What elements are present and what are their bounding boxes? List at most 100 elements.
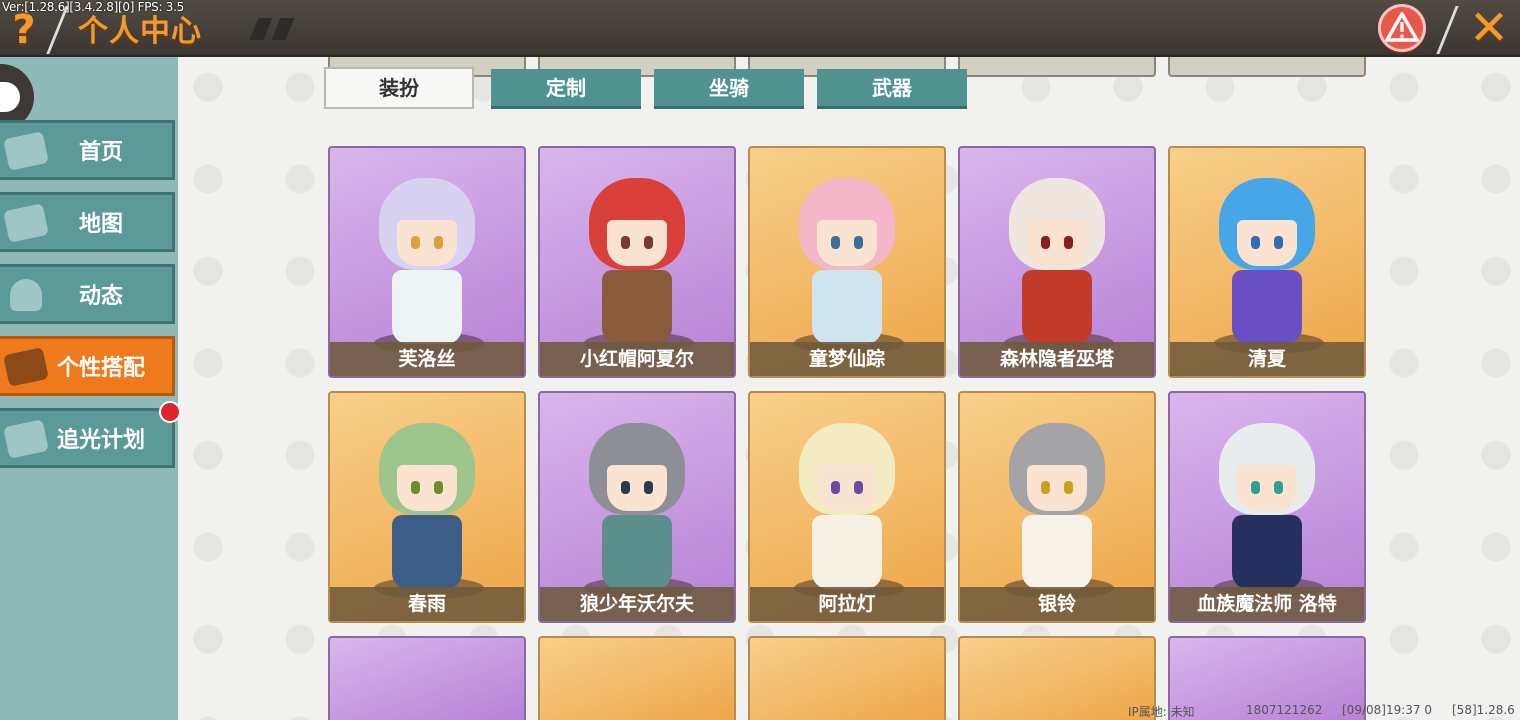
character-eye (411, 481, 420, 494)
outfit-card[interactable]: 阿拉灯 (748, 391, 946, 623)
decor-stripe (271, 18, 295, 40)
outfit-name: 血族魔法师 洛特 (1170, 587, 1364, 621)
character-outfit (812, 270, 882, 344)
sidebar-item-outfit[interactable]: 个性搭配 (0, 336, 175, 396)
outfit-card[interactable]: 森林隐者巫塔 (958, 146, 1156, 378)
tab-custom[interactable]: 定制 (491, 69, 641, 109)
character-outfit (602, 270, 672, 344)
character-face (1237, 465, 1297, 511)
outfit-name: 春雨 (330, 587, 524, 621)
sidebar-item-map[interactable]: 地图 (0, 192, 175, 252)
outfit-card-partial[interactable] (1168, 57, 1366, 77)
character-eye (434, 481, 443, 494)
main-panel: 芙洛丝 小红帽阿夏尔 童梦仙踪 森林隐者巫塔 清夏春雨 狼少年沃尔夫 阿拉灯 银铃 血族魔法师 … (178, 57, 1520, 720)
sidebar-item-label: 动态 (78, 284, 123, 309)
close-divider (1436, 6, 1459, 54)
question-mark-icon[interactable]: ? (6, 8, 42, 52)
ip-location: IP属地: 未知 (1128, 705, 1195, 719)
outfit-name: 小红帽阿夏尔 (540, 342, 734, 376)
warning-icon (1385, 12, 1419, 42)
character-figure (582, 178, 692, 348)
outfit-name: 银铃 (960, 587, 1154, 621)
character-eye (621, 236, 630, 249)
character-eye (644, 236, 653, 249)
character-outfit (1232, 515, 1302, 589)
character-figure (1212, 423, 1322, 593)
sidebar-item-label: 地图 (78, 212, 123, 237)
character-eye (1041, 481, 1050, 494)
build-version: [58]1.28.6 (1452, 703, 1515, 717)
character-outfit (392, 270, 462, 344)
sidebar-item-label: 追光计划 (56, 428, 145, 453)
character-eye (1274, 481, 1283, 494)
decor-stripe (249, 18, 273, 40)
character-eye (854, 481, 863, 494)
outfit-card-partial[interactable] (538, 636, 736, 720)
tab-mount[interactable]: 坐骑 (654, 69, 804, 109)
character-eye (644, 481, 653, 494)
character-figure (372, 423, 482, 593)
character-outfit (602, 515, 672, 589)
warning-button[interactable] (1378, 4, 1426, 52)
sidebar-item-feed[interactable]: 动态 (0, 264, 175, 324)
sidebar-item-home[interactable]: 首页 (0, 120, 175, 180)
character-figure (1002, 178, 1112, 348)
outfit-name: 清夏 (1170, 342, 1364, 376)
character-eye (434, 236, 443, 249)
character-outfit (392, 515, 462, 589)
outfit-icon (3, 347, 49, 387)
character-eye (1064, 236, 1073, 249)
character-eye (1064, 481, 1073, 494)
character-eye (854, 236, 863, 249)
outfit-card[interactable]: 芙洛丝 (328, 146, 526, 378)
timestamp: [09/08]19:37 0 (1342, 703, 1432, 717)
outfit-name: 芙洛丝 (330, 342, 524, 376)
outfit-name: 森林隐者巫塔 (960, 342, 1154, 376)
character-figure (582, 423, 692, 593)
character-face (817, 465, 877, 511)
close-button[interactable]: ✕ (1466, 4, 1512, 52)
character-face (1027, 465, 1087, 511)
outfit-name: 阿拉灯 (750, 587, 944, 621)
bell-icon (10, 279, 42, 311)
plan-icon (3, 419, 49, 459)
outfit-card[interactable]: 狼少年沃尔夫 (538, 391, 736, 623)
character-face (397, 220, 457, 266)
map-icon (3, 203, 49, 243)
character-eye (831, 236, 840, 249)
character-figure (1212, 178, 1322, 348)
sidebar-item-label: 首页 (78, 140, 123, 165)
tab-weapon[interactable]: 武器 (817, 69, 967, 109)
character-eye (621, 481, 630, 494)
outfit-card-partial[interactable] (958, 57, 1156, 77)
outfit-card[interactable]: 清夏 (1168, 146, 1366, 378)
outfit-card[interactable]: 春雨 (328, 391, 526, 623)
character-figure (792, 423, 902, 593)
character-outfit (812, 515, 882, 589)
home-icon (3, 131, 49, 171)
sidebar-item-plan[interactable]: 追光计划 (0, 408, 175, 468)
character-outfit (1232, 270, 1302, 344)
character-figure (792, 178, 902, 348)
character-outfit (1022, 270, 1092, 344)
outfit-card[interactable]: 银铃 (958, 391, 1156, 623)
outfit-card-partial[interactable] (748, 636, 946, 720)
character-outfit (1022, 515, 1092, 589)
character-figure (372, 178, 482, 348)
user-id: 1807121262 (1246, 703, 1323, 717)
top-bar: ? Ver:[1.28.6][3.4.2.8][0] FPS: 3.5 个人中心… (0, 0, 1520, 57)
outfit-card[interactable]: 血族魔法师 洛特 (1168, 391, 1366, 623)
character-face (1027, 220, 1087, 266)
outfit-card[interactable]: 童梦仙踪 (748, 146, 946, 378)
outfit-card-partial[interactable] (958, 636, 1156, 720)
outfit-card-partial[interactable] (328, 636, 526, 720)
outfit-card[interactable]: 小红帽阿夏尔 (538, 146, 736, 378)
character-face (1237, 220, 1297, 266)
outfit-name: 童梦仙踪 (750, 342, 944, 376)
page-title: 个人中心 (78, 14, 202, 49)
character-eye (831, 481, 840, 494)
character-eye (1274, 236, 1283, 249)
tab-outfit[interactable]: 装扮 (324, 67, 474, 109)
character-face (607, 465, 667, 511)
close-x-icon: ✕ (1468, 0, 1510, 56)
